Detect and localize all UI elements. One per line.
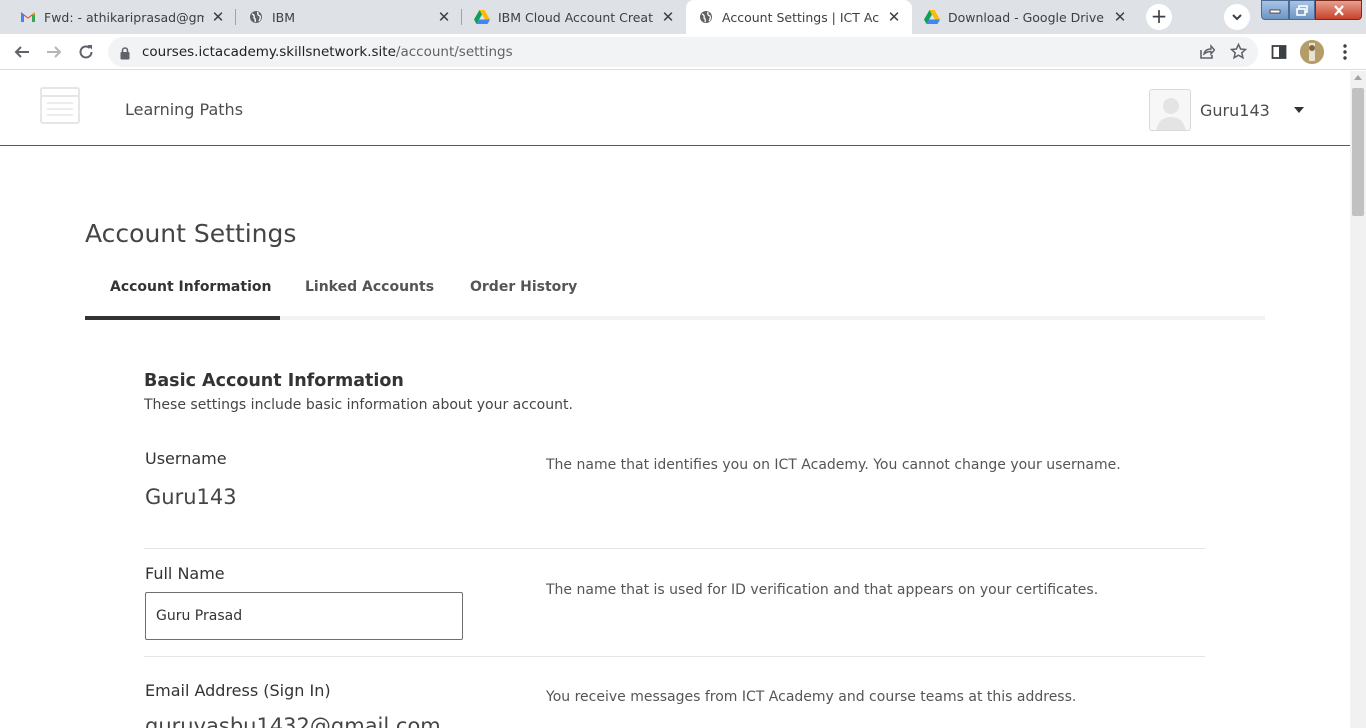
chevron-down-icon [1232,14,1242,21]
browser-tab-title: Download - Google Drive [948,9,1104,25]
globe-icon [248,9,264,25]
close-tab-icon[interactable]: ✕ [436,9,452,25]
caret-down-icon[interactable] [1293,107,1304,113]
tab-search-button[interactable] [1224,4,1250,30]
browser-toolbar: courses.ictacademy.skillsnetwork.site/ac… [0,34,1366,70]
url-text: courses.ictacademy.skillsnetwork.site/ac… [142,44,513,60]
username-label: Username [145,449,227,468]
restore-icon [1296,4,1308,16]
bookmark-star-icon[interactable] [1229,42,1248,64]
profile-avatar-icon[interactable] [1300,40,1324,64]
page-title: Account Settings [85,219,297,248]
google-drive-icon [474,9,490,25]
browser-tab-account-settings[interactable]: Account Settings | ICT Academ ✕ [686,0,912,34]
full-name-help: The name that is used for ID verificatio… [546,582,1099,598]
site-header: Learning Paths Guru143 [0,71,1350,146]
close-tab-icon[interactable]: ✕ [210,9,226,25]
minimize-icon [1269,9,1281,14]
full-name-input[interactable] [145,592,463,640]
web-page: Learning Paths Guru143 Account Settings … [0,71,1350,728]
email-label: Email Address (Sign In) [145,681,331,700]
tab-order-history[interactable]: Order History [470,279,577,295]
browser-tab-title: Account Settings | ICT Academ [722,9,880,25]
logo-line [47,108,73,110]
kebab-menu-icon[interactable] [1337,43,1353,65]
google-drive-icon [924,9,940,25]
url-host: courses.ictacademy.skillsnetwork.site [142,44,396,60]
email-help: You receive messages from ICT Academy an… [546,689,1077,705]
site-logo[interactable] [40,87,80,124]
username-value: Guru143 [145,485,237,509]
arrow-left-icon [14,46,29,58]
email-value[interactable]: guruvasbu1432@gmail.com [145,714,441,728]
field-divider [144,656,1205,657]
settings-tabs: Account Information Linked Accounts Orde… [85,271,1265,320]
forward-button[interactable] [43,41,65,63]
active-tab-indicator [85,316,280,320]
close-icon [1333,4,1344,16]
logo-line [47,114,73,116]
header-username: Guru143 [1200,100,1270,120]
minimize-window-button[interactable] [1261,0,1289,20]
tab-linked-accounts[interactable]: Linked Accounts [305,279,434,295]
page-scrollbar[interactable] [1350,71,1366,728]
gmail-icon [20,9,36,25]
close-tab-icon[interactable]: ✕ [660,9,676,25]
back-button[interactable] [11,41,33,63]
browser-tab-ibm-cloud[interactable]: IBM Cloud Account Creation P ✕ [462,0,686,34]
reload-icon [79,45,93,59]
side-panel-icon[interactable] [1271,44,1287,64]
username-help: The name that identifies you on ICT Acad… [546,457,1121,473]
reload-button[interactable] [75,41,97,63]
user-avatar [1149,89,1191,131]
share-icon[interactable] [1199,44,1216,64]
address-bar[interactable]: courses.ictacademy.skillsnetwork.site/ac… [108,37,1258,67]
browser-tab-google-drive[interactable]: Download - Google Drive ✕ [912,0,1138,34]
browser-tab-gmail[interactable]: Fwd: - athikariprasad@gmail.c ✕ [8,0,236,34]
section-title: Basic Account Information [144,371,404,391]
url-path: /account/settings [395,44,513,60]
scrollbar-thumb[interactable] [1352,88,1364,216]
user-silhouette-icon [1156,98,1186,130]
field-divider [144,548,1205,549]
section-description: These settings include basic information… [144,397,573,413]
scroll-up-arrow-icon[interactable] [1354,75,1362,80]
browser-tab-title: Fwd: - athikariprasad@gmail.c [44,9,204,25]
globe-icon [698,9,714,25]
logo-bar [42,95,78,97]
browser-tab-title: IBM Cloud Account Creation P [498,9,654,25]
user-menu[interactable]: Guru143 [1149,89,1304,131]
close-window-button[interactable] [1315,0,1362,20]
new-tab-button[interactable]: + [1146,4,1172,30]
arrow-right-icon [47,46,62,58]
logo-line [47,102,73,104]
restore-window-button[interactable] [1289,0,1315,20]
close-tab-icon[interactable]: ✕ [886,9,902,25]
nav-learning-paths[interactable]: Learning Paths [125,100,243,119]
browser-tab-title: IBM [272,9,296,25]
browser-tab-strip: Fwd: - athikariprasad@gmail.c ✕ IBM ✕ IB… [0,0,1366,34]
browser-tab-ibm[interactable]: IBM ✕ [236,0,462,34]
full-name-label: Full Name [145,564,225,583]
tab-account-information[interactable]: Account Information [110,279,271,295]
close-tab-icon[interactable]: ✕ [1112,9,1128,25]
lock-icon [120,45,130,64]
